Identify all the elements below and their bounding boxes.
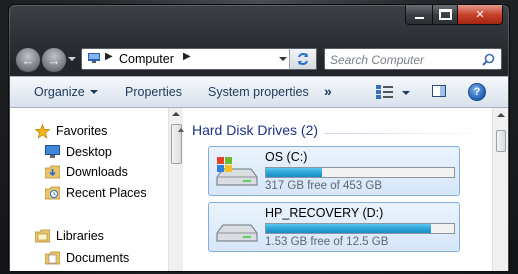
recent-pages-dropdown[interactable] — [68, 57, 76, 61]
caption-buttons: ✕ — [405, 5, 503, 25]
windows-drive-icon — [216, 157, 258, 186]
properties-button[interactable]: Properties — [125, 85, 182, 99]
more-commands-button[interactable]: » — [324, 83, 332, 99]
content-area: Favorites Desktop Downloads Recent Place… — [10, 108, 508, 271]
minimize-icon — [414, 16, 424, 19]
navigation-bar: ← → ▶ Computer ▶ Search Computer — [9, 45, 509, 75]
organize-menu[interactable]: Organize — [34, 85, 98, 99]
forward-arrow-icon: → — [47, 52, 61, 68]
command-bar: Organize Properties System properties » … — [10, 76, 508, 108]
scrollbar-thumb[interactable] — [496, 130, 506, 152]
file-list-scrollbar[interactable] — [492, 108, 508, 271]
maximize-button[interactable] — [433, 5, 458, 25]
collapse-group-chevron-icon[interactable] — [178, 128, 184, 132]
drive-item-c[interactable]: OS (C:) 317 GB free of 453 GB — [208, 146, 460, 196]
sidebar-item-desktop[interactable]: Desktop — [45, 145, 112, 159]
sidebar-item-label: Downloads — [66, 165, 128, 179]
desktop-icon — [45, 145, 60, 158]
libraries-label: Libraries — [56, 229, 104, 243]
hard-drive-icon — [216, 224, 258, 242]
close-icon: ✕ — [475, 9, 485, 21]
drive-item-d[interactable]: HP_RECOVERY (D:) 1.53 GB free of 12.5 GB — [208, 202, 460, 252]
close-button[interactable]: ✕ — [458, 5, 503, 25]
libraries-icon — [35, 229, 50, 243]
search-placeholder: Search Computer — [330, 53, 425, 67]
address-history-dropdown[interactable] — [279, 57, 287, 61]
drive-usage-bar — [265, 167, 455, 178]
drive-usage-bar — [265, 223, 455, 234]
sidebar-item-label: Desktop — [66, 145, 112, 159]
sidebar-item-libraries[interactable]: Libraries — [35, 229, 104, 243]
scroll-up-arrow-icon[interactable] — [172, 112, 180, 116]
back-button[interactable]: ← — [15, 47, 41, 73]
group-divider — [324, 133, 488, 134]
drive-name: HP_RECOVERY (D:) — [265, 206, 384, 220]
downloads-folder-icon — [45, 165, 60, 179]
breadcrumb-separator-icon[interactable]: ▶ — [183, 51, 191, 62]
system-properties-button[interactable]: System properties — [208, 85, 309, 99]
change-view-icon[interactable] — [376, 85, 394, 99]
sidebar-item-label: Recent Places — [66, 186, 147, 200]
view-options-dropdown[interactable] — [402, 91, 410, 95]
refresh-icon — [298, 53, 308, 65]
documents-icon — [45, 251, 60, 265]
help-icon[interactable]: ? — [468, 83, 486, 101]
navigation-pane: Favorites Desktop Downloads Recent Place… — [10, 108, 166, 271]
star-icon — [35, 124, 50, 139]
refresh-button[interactable] — [289, 48, 317, 70]
drive-free-space: 317 GB free of 453 GB — [265, 180, 382, 192]
forward-button[interactable]: → — [41, 47, 67, 73]
breadcrumb-computer[interactable]: Computer — [119, 52, 174, 66]
back-arrow-icon: ← — [21, 52, 35, 68]
sidebar-item-recent-places[interactable]: Recent Places — [45, 186, 147, 200]
organize-label: Organize — [34, 85, 85, 99]
drive-name: OS (C:) — [265, 150, 308, 164]
navigation-pane-scrollbar[interactable] — [168, 108, 183, 271]
drive-free-space: 1.53 GB free of 12.5 GB — [265, 236, 389, 248]
search-box[interactable]: Search Computer — [324, 48, 502, 70]
drive-usage-fill — [266, 224, 432, 233]
preview-pane-icon[interactable] — [432, 85, 446, 97]
search-icon[interactable] — [482, 53, 495, 66]
computer-icon — [88, 53, 100, 63]
drive-usage-fill — [266, 168, 323, 177]
sidebar-item-favorites[interactable]: Favorites — [35, 124, 108, 139]
sidebar-item-downloads[interactable]: Downloads — [45, 165, 128, 179]
favorites-label: Favorites — [56, 124, 108, 138]
explorer-window: ✕ ← → ▶ Computer ▶ Search Computer Organ… — [8, 4, 510, 272]
minimize-button[interactable] — [405, 5, 433, 25]
file-list: Hard Disk Drives (2) OS (C:) 317 GB free… — [178, 108, 492, 271]
sidebar-item-documents[interactable]: Documents — [45, 251, 130, 265]
documents-label: Documents — [66, 251, 130, 265]
maximize-icon — [438, 9, 452, 20]
breadcrumb-separator-icon[interactable]: ▶ — [105, 51, 113, 62]
group-header-hard-disk-drives[interactable]: Hard Disk Drives (2) — [192, 122, 318, 138]
chevron-down-icon — [89, 90, 98, 94]
address-bar[interactable]: ▶ Computer ▶ — [81, 48, 317, 70]
recent-places-icon — [45, 186, 60, 200]
scroll-up-arrow-icon[interactable] — [497, 113, 505, 117]
